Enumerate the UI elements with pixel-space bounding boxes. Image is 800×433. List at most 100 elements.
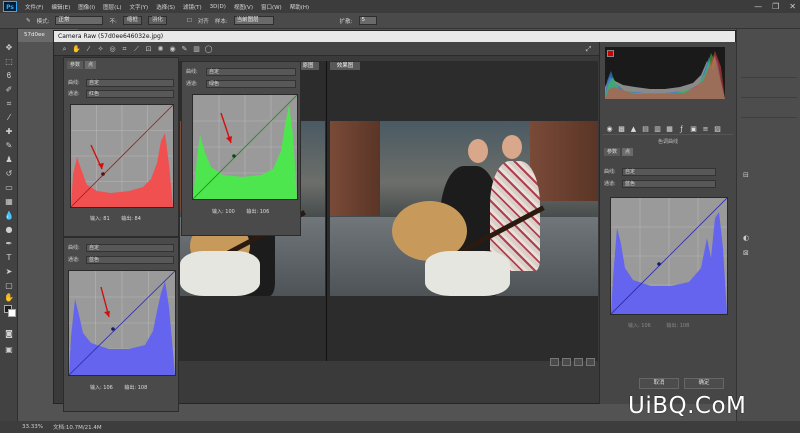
menu-select[interactable]: 选择(S): [152, 3, 179, 11]
menu-window[interactable]: 窗口(W): [257, 3, 286, 11]
swap-button[interactable]: [562, 358, 571, 366]
hand-tool-icon[interactable]: ✋: [72, 45, 81, 53]
red-input-value[interactable]: 81: [103, 216, 109, 222]
highlight-clipping-indicator[interactable]: [607, 50, 614, 57]
sample-select[interactable]: 当前图层: [233, 16, 274, 25]
healing-tool-icon[interactable]: ✚: [4, 127, 14, 137]
close-icon[interactable]: ✕: [789, 0, 796, 13]
green-curve-select[interactable]: 自定: [206, 68, 296, 76]
quick-mask-icon[interactable]: ◙: [4, 329, 14, 339]
minimize-icon[interactable]: —: [754, 0, 762, 13]
hand-tool-icon[interactable]: ✋: [4, 293, 14, 303]
zoom-tool-icon[interactable]: ⌕: [60, 45, 69, 53]
eyedropper-tool-icon[interactable]: ⁄: [4, 113, 14, 123]
fullscreen-icon[interactable]: ⤢: [584, 45, 593, 53]
lens-icon[interactable]: ▦: [665, 125, 674, 134]
blue-curve-select[interactable]: 自定: [86, 244, 174, 252]
stamp-tool-icon[interactable]: ♟: [4, 155, 14, 165]
cancel-button[interactable]: 取消: [639, 378, 679, 389]
crop-tool-icon[interactable]: ⌗: [4, 99, 14, 109]
restore-icon[interactable]: ❐: [772, 0, 779, 13]
brush-icon[interactable]: ✎: [26, 18, 31, 24]
copy-settings-button[interactable]: [574, 358, 583, 366]
menu-3d[interactable]: 3D(D): [206, 4, 230, 10]
menu-help[interactable]: 帮助(H): [286, 3, 313, 11]
mode-select[interactable]: 正常: [55, 16, 104, 25]
eraser-tool-icon[interactable]: ▭: [4, 183, 14, 193]
blue-curve-graph[interactable]: [68, 270, 176, 376]
red-channel-select[interactable]: 红色: [86, 90, 174, 98]
split-toning-icon[interactable]: ▥: [653, 125, 662, 134]
menu-type[interactable]: 文字(Y): [126, 3, 153, 11]
graduated-filter-icon[interactable]: ▥: [192, 45, 201, 53]
radial-filter-icon[interactable]: ◯: [204, 45, 213, 53]
layer-icon[interactable]: ⊟: [743, 171, 749, 179]
red-curve-graph[interactable]: [70, 104, 174, 208]
shape-tool-icon[interactable]: ▢: [4, 281, 14, 291]
white-balance-tool-icon[interactable]: ⁄: [84, 45, 93, 53]
red-output-value[interactable]: 84: [135, 216, 141, 222]
option-button-1[interactable]: 缩框: [122, 16, 142, 25]
lock-icon[interactable]: ⊠: [743, 249, 749, 257]
tone-curve-icon[interactable]: ▩: [617, 125, 626, 134]
tab-parametric[interactable]: 参数: [67, 61, 84, 69]
transform-tool-icon[interactable]: ⊡: [144, 45, 153, 53]
fx-icon[interactable]: ƒ: [677, 125, 686, 134]
detail-icon[interactable]: ▲: [629, 125, 638, 134]
history-brush-icon[interactable]: ↺: [4, 169, 14, 179]
blue-channel-select[interactable]: 蓝色: [86, 256, 174, 264]
diffuse-field[interactable]: 5: [358, 16, 377, 25]
right-input-value[interactable]: 106: [641, 323, 651, 329]
align-checkbox[interactable]: ☐: [187, 18, 192, 24]
camera-calibration-icon[interactable]: ▣: [689, 125, 698, 134]
hsl-icon[interactable]: ▤: [641, 125, 650, 134]
red-eye-tool-icon[interactable]: ◉: [168, 45, 177, 53]
adjustment-brush-icon[interactable]: ✎: [180, 45, 189, 53]
menu-file[interactable]: 文件(F): [21, 3, 47, 11]
path-select-icon[interactable]: ➤: [4, 267, 14, 277]
basic-panel-icon[interactable]: ◉: [605, 125, 614, 134]
green-curve-graph[interactable]: [192, 94, 298, 200]
menu-layer[interactable]: 图层(L): [99, 3, 125, 11]
brush-tool-icon[interactable]: ✎: [4, 141, 14, 151]
view-mode-button[interactable]: [550, 358, 559, 366]
crop-tool-icon[interactable]: ⌗: [120, 45, 129, 53]
zoom-level[interactable]: 33.33%: [22, 424, 43, 430]
menu-view[interactable]: 视图(V): [230, 3, 257, 11]
straighten-tool-icon[interactable]: ⟋: [132, 45, 141, 53]
pen-tool-icon[interactable]: ✒: [4, 239, 14, 249]
tab-point[interactable]: 点: [85, 61, 97, 69]
screen-mode-icon[interactable]: ▣: [4, 345, 14, 355]
type-tool-icon[interactable]: T: [4, 253, 14, 263]
option-button-2[interactable]: 羽化: [147, 16, 167, 25]
menu-edit[interactable]: 编辑(E): [47, 3, 74, 11]
split-divider[interactable]: [326, 61, 327, 361]
move-tool-icon[interactable]: ✥: [4, 43, 14, 53]
right-channel-select[interactable]: 蓝色: [622, 180, 716, 188]
tab-point[interactable]: 点: [622, 148, 634, 156]
gradient-tool-icon[interactable]: ▦: [4, 197, 14, 207]
ok-button[interactable]: 确定: [684, 378, 724, 389]
red-curve-select[interactable]: 自定: [86, 79, 174, 87]
adjust-icon[interactable]: ◐: [743, 234, 749, 242]
quick-select-tool-icon[interactable]: ✐: [4, 85, 14, 95]
menu-image[interactable]: 图像(I): [74, 3, 99, 11]
green-input-value[interactable]: 100: [225, 209, 235, 215]
snapshots-icon[interactable]: ▨: [713, 125, 722, 134]
right-blue-curve-graph[interactable]: [610, 197, 728, 315]
blue-input-value[interactable]: 106: [103, 385, 113, 391]
marquee-tool-icon[interactable]: ⬚: [4, 57, 14, 67]
green-channel-select[interactable]: 绿色: [206, 80, 296, 88]
lasso-tool-icon[interactable]: ϐ: [4, 71, 14, 81]
green-output-value[interactable]: 106: [260, 209, 270, 215]
dodge-tool-icon[interactable]: ●: [4, 225, 14, 235]
target-adjust-tool-icon[interactable]: ◎: [108, 45, 117, 53]
toggle-preview-button[interactable]: [586, 358, 595, 366]
blur-tool-icon[interactable]: 💧: [4, 211, 14, 221]
tab-parametric[interactable]: 参数: [604, 148, 621, 156]
color-sampler-tool-icon[interactable]: ✧: [96, 45, 105, 53]
spot-removal-tool-icon[interactable]: ✺: [156, 45, 165, 53]
right-curve-select[interactable]: 自定: [622, 168, 716, 176]
blue-output-value[interactable]: 108: [138, 385, 148, 391]
presets-icon[interactable]: ≡: [701, 125, 710, 134]
